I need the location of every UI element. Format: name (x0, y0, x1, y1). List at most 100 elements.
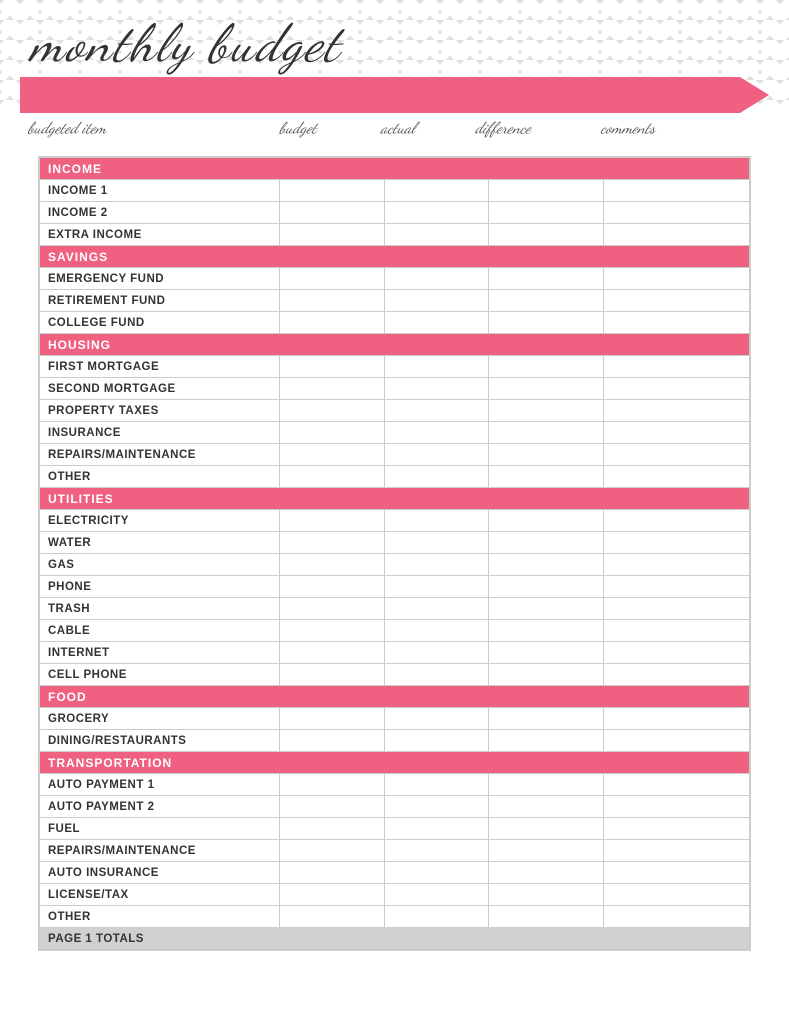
row-difference[interactable] (488, 818, 603, 840)
row-budget[interactable] (280, 884, 384, 906)
row-comments[interactable] (603, 576, 749, 598)
row-budget[interactable] (280, 774, 384, 796)
row-comments[interactable] (603, 620, 749, 642)
row-comments[interactable] (603, 444, 749, 466)
row-difference[interactable] (488, 400, 603, 422)
row-difference[interactable] (488, 202, 603, 224)
row-budget[interactable] (280, 906, 384, 928)
row-comments[interactable] (603, 554, 749, 576)
row-difference[interactable] (488, 840, 603, 862)
row-comments[interactable] (603, 224, 749, 246)
row-difference[interactable] (488, 290, 603, 312)
row-budget[interactable] (280, 180, 384, 202)
row-budget[interactable] (280, 378, 384, 400)
row-actual[interactable] (384, 290, 488, 312)
row-budget[interactable] (280, 444, 384, 466)
row-difference[interactable] (488, 444, 603, 466)
row-difference[interactable] (488, 268, 603, 290)
row-budget[interactable] (280, 554, 384, 576)
row-budget[interactable] (280, 224, 384, 246)
row-difference[interactable] (488, 884, 603, 906)
row-budget[interactable] (280, 642, 384, 664)
row-comments[interactable] (603, 356, 749, 378)
row-actual[interactable] (384, 378, 488, 400)
row-budget[interactable] (280, 422, 384, 444)
row-actual[interactable] (384, 268, 488, 290)
row-comments[interactable] (603, 378, 749, 400)
row-actual[interactable] (384, 180, 488, 202)
row-comments[interactable] (603, 466, 749, 488)
row-comments[interactable] (603, 510, 749, 532)
row-budget[interactable] (280, 400, 384, 422)
row-difference[interactable] (488, 224, 603, 246)
row-actual[interactable] (384, 444, 488, 466)
row-difference[interactable] (488, 378, 603, 400)
row-difference[interactable] (488, 708, 603, 730)
row-budget[interactable] (280, 576, 384, 598)
row-comments[interactable] (603, 774, 749, 796)
row-comments[interactable] (603, 202, 749, 224)
row-actual[interactable] (384, 730, 488, 752)
row-budget[interactable] (280, 840, 384, 862)
row-actual[interactable] (384, 620, 488, 642)
row-comments[interactable] (603, 906, 749, 928)
row-comments[interactable] (603, 180, 749, 202)
row-budget[interactable] (280, 202, 384, 224)
row-budget[interactable] (280, 862, 384, 884)
row-actual[interactable] (384, 554, 488, 576)
row-difference[interactable] (488, 620, 603, 642)
row-actual[interactable] (384, 532, 488, 554)
row-actual[interactable] (384, 708, 488, 730)
row-actual[interactable] (384, 818, 488, 840)
row-budget[interactable] (280, 664, 384, 686)
row-budget[interactable] (280, 730, 384, 752)
row-comments[interactable] (603, 290, 749, 312)
row-comments[interactable] (603, 708, 749, 730)
row-budget[interactable] (280, 312, 384, 334)
row-budget[interactable] (280, 532, 384, 554)
row-comments[interactable] (603, 818, 749, 840)
row-budget[interactable] (280, 510, 384, 532)
row-budget[interactable] (280, 598, 384, 620)
row-actual[interactable] (384, 224, 488, 246)
row-difference[interactable] (488, 664, 603, 686)
row-actual[interactable] (384, 664, 488, 686)
row-difference[interactable] (488, 466, 603, 488)
row-budget[interactable] (280, 290, 384, 312)
row-comments[interactable] (603, 400, 749, 422)
row-difference[interactable] (488, 796, 603, 818)
row-actual[interactable] (384, 202, 488, 224)
row-difference[interactable] (488, 598, 603, 620)
row-difference[interactable] (488, 862, 603, 884)
row-actual[interactable] (384, 906, 488, 928)
row-budget[interactable] (280, 268, 384, 290)
row-actual[interactable] (384, 356, 488, 378)
row-difference[interactable] (488, 906, 603, 928)
row-difference[interactable] (488, 554, 603, 576)
row-comments[interactable] (603, 268, 749, 290)
row-budget[interactable] (280, 796, 384, 818)
row-actual[interactable] (384, 774, 488, 796)
row-actual[interactable] (384, 466, 488, 488)
row-difference[interactable] (488, 510, 603, 532)
row-comments[interactable] (603, 840, 749, 862)
row-comments[interactable] (603, 598, 749, 620)
row-actual[interactable] (384, 642, 488, 664)
row-actual[interactable] (384, 598, 488, 620)
row-actual[interactable] (384, 796, 488, 818)
row-comments[interactable] (603, 862, 749, 884)
row-comments[interactable] (603, 422, 749, 444)
row-actual[interactable] (384, 862, 488, 884)
row-actual[interactable] (384, 576, 488, 598)
row-actual[interactable] (384, 422, 488, 444)
row-budget[interactable] (280, 356, 384, 378)
row-budget[interactable] (280, 466, 384, 488)
row-difference[interactable] (488, 356, 603, 378)
row-actual[interactable] (384, 884, 488, 906)
row-budget[interactable] (280, 818, 384, 840)
row-actual[interactable] (384, 840, 488, 862)
row-comments[interactable] (603, 884, 749, 906)
row-actual[interactable] (384, 312, 488, 334)
row-difference[interactable] (488, 576, 603, 598)
row-difference[interactable] (488, 730, 603, 752)
